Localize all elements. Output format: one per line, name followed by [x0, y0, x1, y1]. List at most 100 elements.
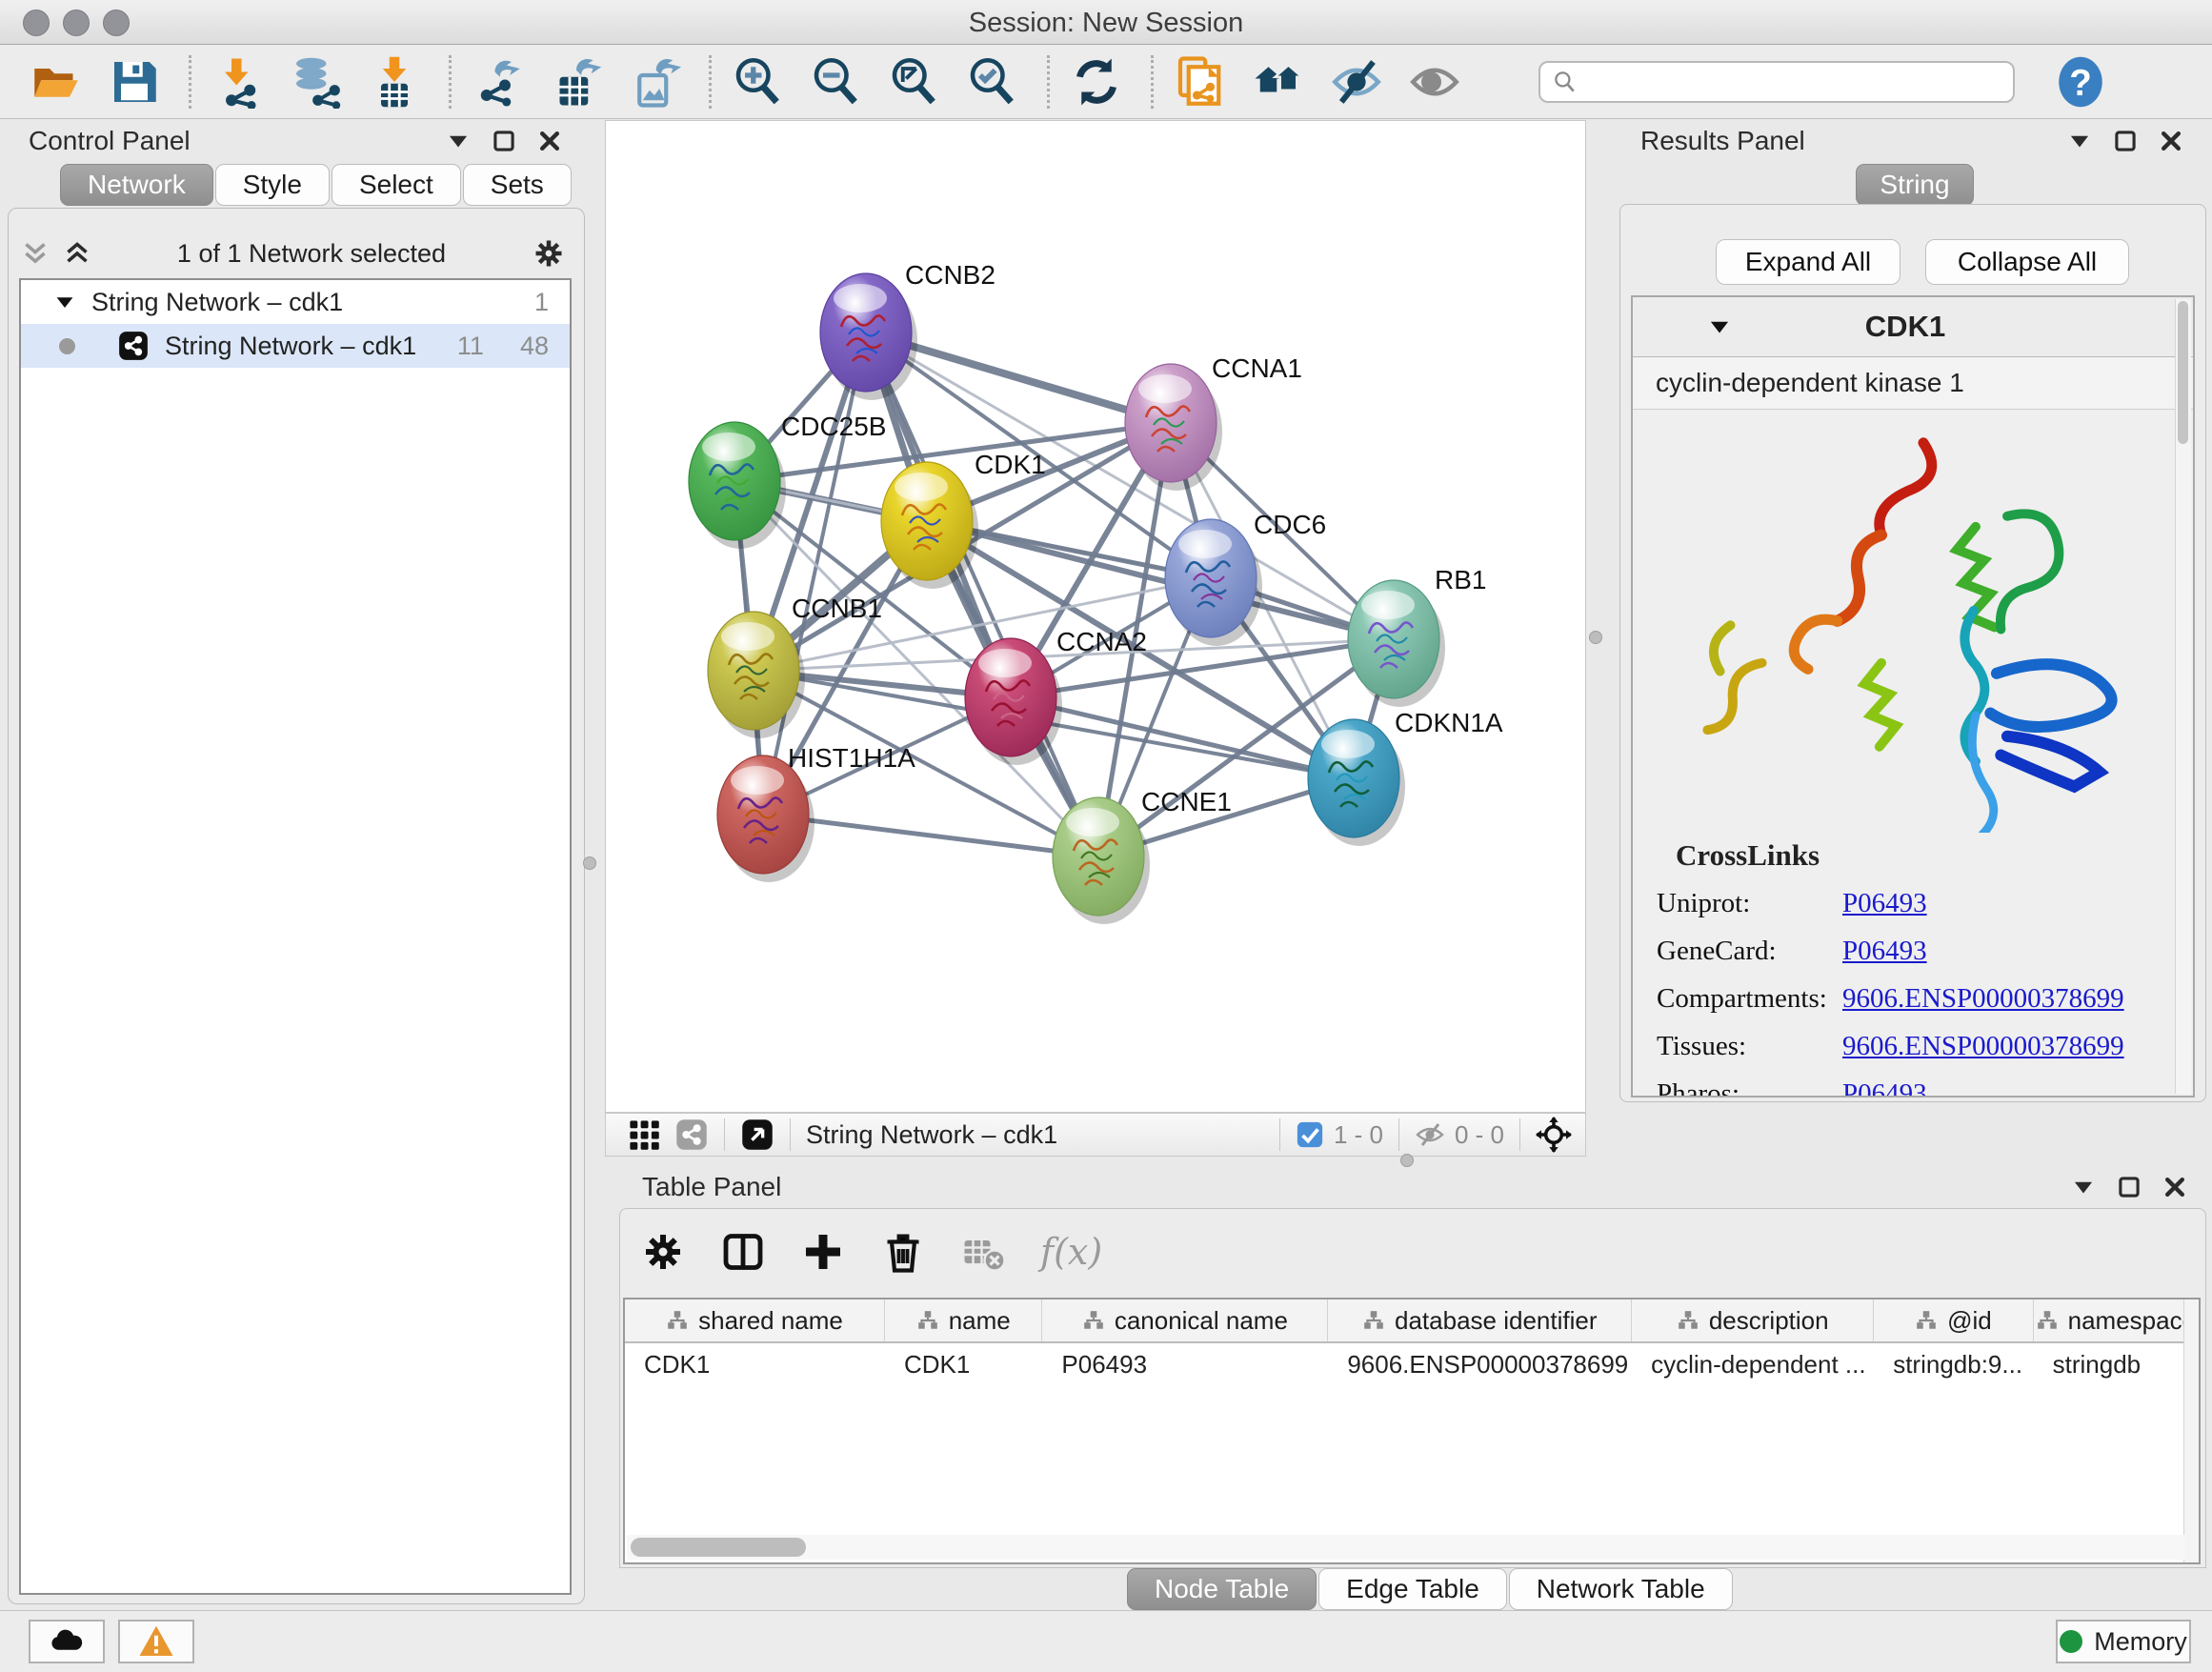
right-splitter-handle[interactable]	[1589, 631, 1602, 644]
table-tab-edge-table[interactable]: Edge Table	[1318, 1568, 1507, 1610]
show-columns-icon[interactable]	[720, 1229, 766, 1275]
collapse-panel-icon[interactable]	[2067, 129, 2092, 153]
import-network-file-button[interactable]	[211, 54, 266, 110]
network-row[interactable]: String Network – cdk1 11 48	[21, 324, 570, 368]
cloud-status-button[interactable]	[29, 1620, 105, 1663]
search-box[interactable]	[1538, 61, 2015, 103]
table-tab-node-table[interactable]: Node Table	[1127, 1568, 1317, 1610]
gear-icon[interactable]	[532, 236, 566, 271]
table-cell[interactable]: 9606.ENSP00000378699	[1328, 1343, 1632, 1385]
zoom-out-button[interactable]	[809, 54, 864, 110]
table-cell[interactable]: stringdb:9...	[1874, 1343, 2033, 1385]
network-node-CCNA2[interactable]: CCNA2	[965, 627, 1147, 765]
column-header-description[interactable]: description	[1632, 1299, 1874, 1341]
table-settings-gear-icon[interactable]	[640, 1229, 686, 1275]
tab-sets[interactable]: Sets	[463, 164, 572, 206]
close-panel-icon[interactable]	[537, 129, 562, 153]
chevron-double-down-icon[interactable]	[21, 239, 50, 268]
delete-column-icon[interactable]	[880, 1229, 926, 1275]
delete-table-icon[interactable]	[960, 1229, 1006, 1275]
selected-checkbox-icon[interactable]	[1296, 1120, 1324, 1149]
tab-network[interactable]: Network	[60, 164, 213, 206]
tab-style[interactable]: Style	[215, 164, 330, 206]
column-header-canonical-name[interactable]: canonical name	[1042, 1299, 1328, 1341]
hide-selected-button[interactable]	[1329, 54, 1384, 110]
network-node-CDC6[interactable]: CDC6	[1165, 510, 1326, 646]
export-image-button[interactable]	[627, 54, 682, 110]
crosslink-link[interactable]: P06493	[1842, 888, 1927, 919]
table-cell[interactable]: cyclin-dependent ...	[1632, 1343, 1874, 1385]
column-header-@id[interactable]: @id	[1874, 1299, 2033, 1341]
collapse-panel-icon[interactable]	[446, 129, 471, 153]
network-node-RB1[interactable]: RB1	[1348, 565, 1486, 707]
chevron-double-up-icon[interactable]	[63, 239, 91, 268]
column-header-name[interactable]: name	[885, 1299, 1042, 1341]
network-node-CDK1[interactable]: CDK1	[881, 450, 1046, 589]
network-node-CDKN1A[interactable]: CDKN1A	[1308, 708, 1503, 846]
import-network-database-button[interactable]	[289, 54, 344, 110]
birdseye-view-icon[interactable]	[740, 1118, 774, 1152]
save-session-button[interactable]	[107, 54, 162, 110]
expander-icon[interactable]	[53, 291, 76, 313]
float-panel-icon[interactable]	[2117, 1175, 2142, 1199]
column-header-shared-name[interactable]: shared name	[625, 1299, 885, 1341]
table-cell[interactable]: CDK1	[625, 1343, 885, 1385]
results-tab-string[interactable]: String	[1856, 164, 1974, 206]
table-row[interactable]: CDK1CDK1P064939606.ENSP00000378699cyclin…	[625, 1343, 2199, 1385]
network-view-badge-icon[interactable]	[674, 1118, 709, 1152]
tab-select[interactable]: Select	[332, 164, 461, 206]
bottom-splitter-handle[interactable]	[1400, 1154, 1414, 1167]
column-header-database-identifier[interactable]: database identifier	[1328, 1299, 1632, 1341]
results-scroll-thumb[interactable]	[2178, 301, 2188, 444]
function-builder-icon[interactable]: f(x)	[1040, 1231, 1102, 1273]
network-canvas[interactable]: CCNB2CCNA1CDC25BCDK1CDC6RB1CCNB1CCNA2CDK…	[605, 120, 1586, 1113]
warnings-button[interactable]	[118, 1620, 194, 1663]
refresh-button[interactable]	[1069, 54, 1124, 110]
table-vertical-scrollbar[interactable]	[2183, 1299, 2199, 1562]
pan-crosshair-icon[interactable]	[1536, 1117, 1572, 1153]
grid-view-icon[interactable]	[627, 1118, 661, 1152]
memory-button[interactable]: Memory	[2056, 1620, 2191, 1663]
collapse-all-button[interactable]: Collapse All	[1925, 239, 2129, 285]
add-column-icon[interactable]	[800, 1229, 846, 1275]
table-cell[interactable]: CDK1	[885, 1343, 1042, 1385]
crosslink-link[interactable]: P06493	[1842, 1078, 1927, 1098]
zoom-selected-button[interactable]	[965, 54, 1020, 110]
duplicate-network-button[interactable]	[1173, 54, 1228, 110]
search-input[interactable]	[1579, 66, 1992, 97]
float-panel-icon[interactable]	[492, 129, 516, 153]
table-hscroll-thumb[interactable]	[631, 1538, 806, 1557]
import-table-button[interactable]	[367, 54, 422, 110]
network-node-CCNA1[interactable]: CCNA1	[1125, 353, 1302, 491]
first-neighbors-button[interactable]	[1251, 54, 1306, 110]
export-table-button[interactable]	[549, 54, 604, 110]
column-header-namespace[interactable]: namespace	[2034, 1299, 2199, 1341]
show-all-button[interactable]	[1407, 54, 1462, 110]
results-scrollbar[interactable]	[2175, 299, 2191, 1094]
crosslink-link[interactable]: P06493	[1842, 936, 1927, 967]
network-graph[interactable]: CCNB2CCNA1CDC25BCDK1CDC6RB1CCNB1CCNA2CDK…	[606, 121, 1585, 1112]
zoom-fit-button[interactable]	[887, 54, 942, 110]
table-horizontal-scrollbar[interactable]	[627, 1535, 2185, 1560]
node-table[interactable]: shared namenamecanonical namedatabase id…	[623, 1298, 2201, 1564]
table-tab-network-table[interactable]: Network Table	[1509, 1568, 1733, 1610]
expand-all-button[interactable]: Expand All	[1716, 239, 1900, 285]
float-panel-icon[interactable]	[2113, 129, 2138, 153]
table-cell[interactable]: P06493	[1042, 1343, 1328, 1385]
help-button[interactable]: ?	[2053, 54, 2108, 110]
zoom-in-button[interactable]	[731, 54, 786, 110]
close-panel-icon[interactable]	[2159, 129, 2183, 153]
collapse-panel-icon[interactable]	[2071, 1175, 2096, 1199]
gene-expander-icon[interactable]	[1707, 314, 1732, 339]
table-cell[interactable]: stringdb	[2034, 1343, 2199, 1385]
network-node-CDC25B[interactable]: CDC25B	[689, 412, 886, 549]
network-collection-row[interactable]: String Network – cdk1 1	[21, 280, 570, 324]
network-node-CCNE1[interactable]: CCNE1	[1053, 787, 1232, 924]
hidden-eye-icon[interactable]	[1415, 1119, 1445, 1150]
left-splitter-handle[interactable]	[583, 856, 596, 870]
export-network-button[interactable]	[471, 54, 526, 110]
crosslink-link[interactable]: 9606.ENSP00000378699	[1842, 983, 2124, 1015]
network-node-CCNB2[interactable]: CCNB2	[820, 260, 995, 400]
open-session-button[interactable]	[29, 54, 84, 110]
network-node-HIST1H1A[interactable]: HIST1H1A	[717, 743, 915, 882]
